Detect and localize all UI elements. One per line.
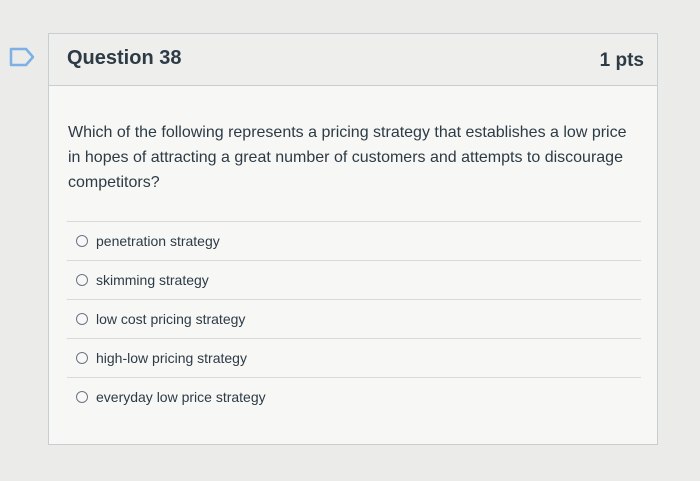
radio-button[interactable]	[76, 313, 88, 325]
answer-option-penetration-strategy[interactable]: penetration strategy	[67, 221, 641, 260]
radio-button[interactable]	[76, 235, 88, 247]
question-text: Which of the following represents a pric…	[68, 124, 627, 191]
radio-button[interactable]	[76, 352, 88, 364]
answer-option-low-cost-pricing-strategy[interactable]: low cost pricing strategy	[67, 299, 641, 338]
radio-button[interactable]	[76, 274, 88, 286]
question-points: 1 pts	[599, 50, 644, 71]
answer-option-skimming-strategy[interactable]: skimming strategy	[67, 260, 641, 299]
answer-label: everyday low price strategy	[96, 389, 266, 405]
answer-list: penetration strategy skimming strategy l…	[67, 221, 641, 416]
answer-label: high-low pricing strategy	[96, 350, 247, 366]
answer-label: penetration strategy	[96, 233, 220, 249]
answer-option-high-low-pricing-strategy[interactable]: high-low pricing strategy	[67, 338, 641, 377]
question-card: Question 38 1 pts Which of the following…	[48, 33, 658, 445]
question-header: Question 38 1 pts	[49, 34, 657, 86]
answer-label: low cost pricing strategy	[96, 311, 246, 327]
radio-button[interactable]	[76, 391, 88, 403]
flag-question-icon[interactable]	[8, 46, 36, 68]
answer-label: skimming strategy	[96, 272, 209, 288]
answer-option-everyday-low-price-strategy[interactable]: everyday low price strategy	[67, 377, 641, 416]
question-title: Question 38	[67, 47, 182, 69]
